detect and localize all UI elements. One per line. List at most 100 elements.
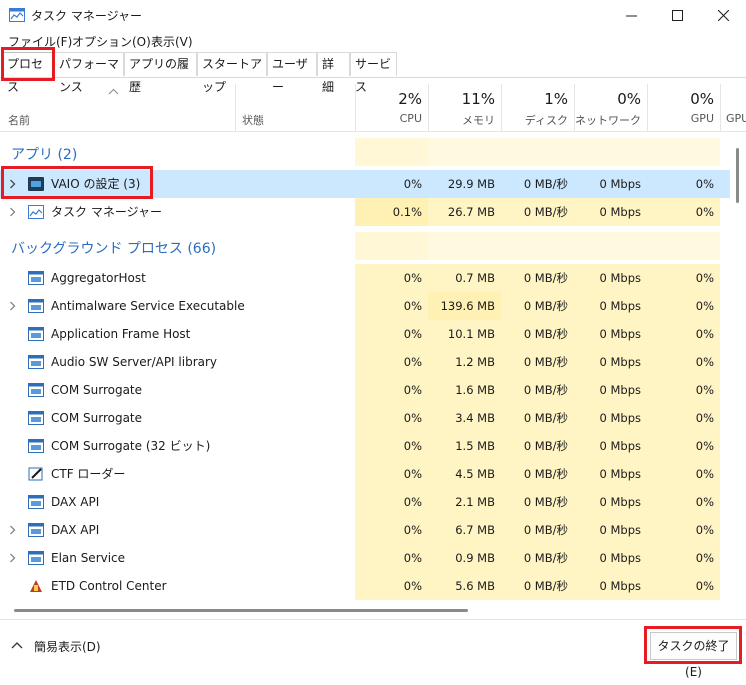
column-memory[interactable]: 11% メモリ bbox=[428, 84, 501, 131]
maximize-button[interactable] bbox=[654, 0, 700, 30]
simple-view-link[interactable]: 簡易表示(D) bbox=[34, 638, 101, 655]
process-window-icon bbox=[28, 439, 44, 453]
tab-users[interactable]: ユーザー bbox=[267, 52, 317, 94]
table-row[interactable]: COM Surrogate 0% 1.6 MB 0 MB/秒 0 Mbps 0% bbox=[0, 376, 730, 404]
close-button[interactable] bbox=[700, 0, 746, 30]
table-row[interactable]: Audio SW Server/API library 0% 1.2 MB 0 … bbox=[0, 348, 730, 376]
chevron-up-icon[interactable] bbox=[11, 641, 23, 649]
memory-cell: 1.5 MB bbox=[428, 432, 501, 460]
process-window-icon bbox=[28, 383, 44, 397]
memory-cell: 29.9 MB bbox=[428, 170, 501, 198]
menu-options[interactable]: オプション(O) bbox=[72, 33, 151, 50]
cpu-cell: 0% bbox=[355, 516, 428, 544]
memory-cell: 1.6 MB bbox=[428, 376, 501, 404]
cpu-cell: 0.1% bbox=[355, 198, 428, 226]
network-cell: 0 Mbps bbox=[574, 170, 647, 198]
minimize-button[interactable] bbox=[608, 0, 654, 30]
network-cell: 0 Mbps bbox=[574, 488, 647, 516]
network-cell: 0 Mbps bbox=[574, 572, 647, 600]
end-task-button[interactable]: タスクの終了(E) bbox=[650, 632, 737, 679]
cpu-cell: 0% bbox=[355, 376, 428, 404]
process-name: CTF ローダー bbox=[51, 467, 126, 481]
process-window-icon bbox=[28, 355, 44, 369]
disk-cell: 0 MB/秒 bbox=[501, 432, 574, 460]
menu-file[interactable]: ファイル(F) bbox=[8, 33, 72, 50]
network-cell: 0 Mbps bbox=[574, 320, 647, 348]
table-row[interactable]: CTF ローダー 0% 4.5 MB 0 MB/秒 0 Mbps 0% bbox=[0, 460, 730, 488]
vertical-scroll-thumb[interactable] bbox=[736, 148, 739, 203]
gpu-cell: 0% bbox=[647, 432, 720, 460]
column-disk[interactable]: 1% ディスク bbox=[501, 84, 574, 131]
chevron-right-icon[interactable] bbox=[9, 179, 16, 189]
column-network[interactable]: 0% ネットワーク bbox=[574, 84, 647, 131]
network-cell: 0 Mbps bbox=[574, 198, 647, 226]
chevron-right-icon[interactable] bbox=[9, 553, 16, 563]
table-row[interactable]: VAIO の設定 (3) 0% 29.9 MB 0 MB/秒 0 Mbps 0% bbox=[0, 170, 730, 198]
process-name: DAX API bbox=[51, 523, 100, 537]
network-cell: 0 Mbps bbox=[574, 404, 647, 432]
process-window-icon bbox=[28, 495, 44, 509]
tab-app-history[interactable]: アプリの履歴 bbox=[124, 52, 197, 94]
memory-cell: 5.6 MB bbox=[428, 572, 501, 600]
process-window-icon bbox=[28, 411, 44, 425]
disk-cell: 0 MB/秒 bbox=[501, 544, 574, 572]
chevron-right-icon[interactable] bbox=[9, 301, 16, 311]
table-row[interactable]: DAX API 0% 6.7 MB 0 MB/秒 0 Mbps 0% bbox=[0, 516, 730, 544]
memory-cell: 0.7 MB bbox=[428, 264, 501, 292]
table-row[interactable]: AggregatorHost 0% 0.7 MB 0 MB/秒 0 Mbps 0… bbox=[0, 264, 730, 292]
process-name: Audio SW Server/API library bbox=[51, 355, 218, 369]
menu-bar: ファイル(F) オプション(O) 表示(V) bbox=[0, 30, 746, 50]
memory-cell: 26.7 MB bbox=[428, 198, 501, 226]
process-name: Application Frame Host bbox=[51, 327, 191, 341]
cpu-cell: 0% bbox=[355, 292, 428, 320]
column-name[interactable]: 名前 bbox=[8, 112, 30, 128]
disk-total: 1% bbox=[544, 90, 568, 108]
column-cpu[interactable]: 2% CPU bbox=[355, 84, 428, 131]
gpu-cell: 0% bbox=[647, 264, 720, 292]
chevron-right-icon[interactable] bbox=[9, 525, 16, 535]
disk-cell: 0 MB/秒 bbox=[501, 572, 574, 600]
gpu-cell: 0% bbox=[647, 488, 720, 516]
gpu-cell: 0% bbox=[647, 460, 720, 488]
memory-cell: 2.1 MB bbox=[428, 488, 501, 516]
column-gpu[interactable]: 0% GPU bbox=[647, 84, 720, 131]
gpu-cell: 0% bbox=[647, 544, 720, 572]
disk-cell: 0 MB/秒 bbox=[501, 376, 574, 404]
table-row[interactable]: タスク マネージャー 0.1% 26.7 MB 0 MB/秒 0 Mbps 0% bbox=[0, 198, 730, 226]
disk-cell: 0 MB/秒 bbox=[501, 170, 574, 198]
chevron-right-icon[interactable] bbox=[9, 207, 16, 217]
disk-cell: 0 MB/秒 bbox=[501, 348, 574, 376]
table-row[interactable]: Elan Service 0% 0.9 MB 0 MB/秒 0 Mbps 0% bbox=[0, 544, 730, 572]
close-icon bbox=[717, 9, 729, 21]
vaio-settings-icon bbox=[28, 177, 44, 191]
tab-startup[interactable]: スタートアップ bbox=[197, 52, 267, 94]
process-name: AggregatorHost bbox=[51, 271, 146, 285]
tab-processes[interactable]: プロセス bbox=[2, 52, 54, 94]
table-row[interactable]: Application Frame Host 0% 10.1 MB 0 MB/秒… bbox=[0, 320, 730, 348]
table-row[interactable]: ETD Control Center 0% 5.6 MB 0 MB/秒 0 Mb… bbox=[0, 572, 730, 600]
gpu-cell: 0% bbox=[647, 572, 720, 600]
horizontal-scroll-thumb[interactable] bbox=[14, 609, 468, 612]
gpu-label: GPU bbox=[690, 112, 714, 125]
column-gpu-engine[interactable]: GPU bbox=[720, 84, 746, 131]
table-row[interactable]: COM Surrogate 0% 3.4 MB 0 MB/秒 0 Mbps 0% bbox=[0, 404, 730, 432]
sort-up-icon bbox=[108, 88, 119, 95]
tab-details[interactable]: 詳細 bbox=[317, 52, 350, 94]
disk-cell: 0 MB/秒 bbox=[501, 488, 574, 516]
memory-cell: 0.9 MB bbox=[428, 544, 501, 572]
group-header-apps: アプリ (2) bbox=[0, 138, 730, 166]
menu-view[interactable]: 表示(V) bbox=[151, 33, 193, 50]
table-row[interactable]: COM Surrogate (32 ビット) 0% 1.5 MB 0 MB/秒 … bbox=[0, 432, 730, 460]
process-name: タスク マネージャー bbox=[51, 205, 162, 219]
cpu-cell: 0% bbox=[355, 170, 428, 198]
tab-services[interactable]: サービス bbox=[350, 52, 397, 94]
process-window-icon bbox=[28, 523, 44, 537]
disk-cell: 0 MB/秒 bbox=[501, 198, 574, 226]
tab-performance[interactable]: パフォーマンス bbox=[54, 52, 124, 94]
process-name: Elan Service bbox=[51, 551, 126, 565]
table-row[interactable]: DAX API 0% 2.1 MB 0 MB/秒 0 Mbps 0% bbox=[0, 488, 730, 516]
network-cell: 0 Mbps bbox=[574, 544, 647, 572]
table-row[interactable]: Antimalware Service Executable 0% 139.6 … bbox=[0, 292, 730, 320]
network-total: 0% bbox=[617, 90, 641, 108]
gpu-cell: 0% bbox=[647, 376, 720, 404]
